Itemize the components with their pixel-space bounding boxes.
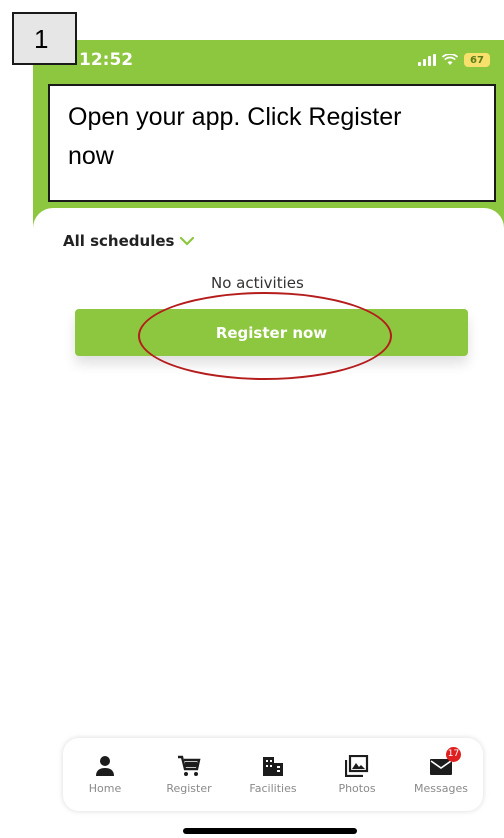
- tab-label: Messages: [414, 781, 468, 795]
- schedules-dropdown[interactable]: All schedules: [63, 232, 195, 250]
- tab-register[interactable]: Register: [149, 755, 229, 795]
- building-icon: [261, 755, 285, 777]
- register-now-button[interactable]: Register now: [75, 309, 468, 356]
- tab-label: Facilities: [249, 781, 297, 795]
- callout-line-1: Open your app. Click Register: [68, 103, 402, 131]
- empty-state-text: No activities: [211, 274, 304, 292]
- person-icon: [93, 755, 117, 777]
- bottom-tab-bar: Home Register Facilities Photos 17 Messa…: [63, 738, 483, 811]
- chevron-down-icon: [180, 236, 195, 246]
- status-bar: 12:52 67: [33, 40, 504, 90]
- tab-label: Home: [88, 781, 122, 795]
- instruction-callout: Open your app. Click Register now: [48, 84, 496, 202]
- step-number-badge: 1: [12, 12, 77, 65]
- battery-icon: 67: [464, 53, 490, 67]
- status-time: 12:52: [79, 50, 134, 70]
- home-indicator: [183, 828, 357, 834]
- photos-icon: [344, 754, 369, 777]
- tab-label: Photos: [338, 781, 376, 795]
- mail-icon: 17: [429, 746, 461, 777]
- tab-photos[interactable]: Photos: [317, 754, 397, 795]
- signal-icon: [418, 54, 436, 66]
- schedules-label: All schedules: [63, 232, 175, 250]
- tab-facilities[interactable]: Facilities: [233, 755, 313, 795]
- unread-badge: 17: [446, 746, 461, 762]
- cart-icon: [177, 755, 201, 777]
- tab-home[interactable]: Home: [65, 755, 145, 795]
- tab-label: Register: [166, 781, 212, 795]
- tab-messages[interactable]: 17 Messages: [401, 746, 481, 795]
- callout-line-2: now: [68, 142, 114, 170]
- wifi-icon: [442, 54, 458, 65]
- status-icons: 67: [418, 52, 490, 68]
